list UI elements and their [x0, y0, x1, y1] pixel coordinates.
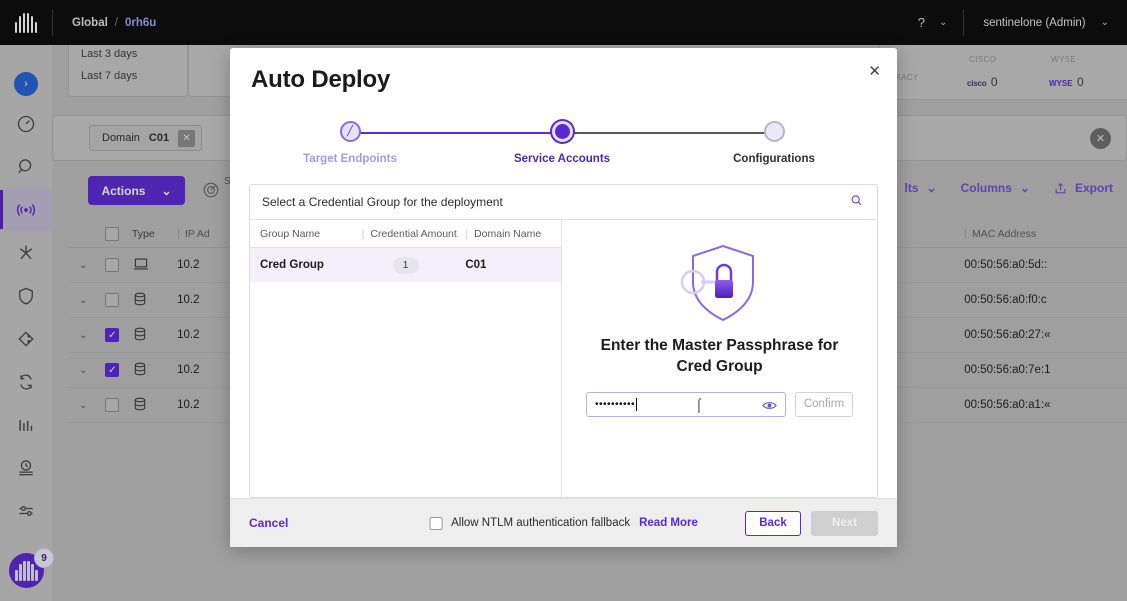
cred-table-header-row: Group Name |Credential Amount |Domain Na…	[250, 220, 561, 248]
eye-icon[interactable]	[762, 398, 777, 416]
app-root: Global / 0rh6u ? ⌄ sentinelone (Admin) ⌄…	[0, 0, 1127, 601]
ibeam-cursor-icon: ⌠	[695, 397, 703, 412]
cred-column-group-name: Group Name	[250, 228, 354, 240]
cred-column-credential-amount: |Credential Amount	[354, 228, 458, 240]
cred-table-row[interactable]: Cred Group 1 C01	[250, 248, 561, 282]
step-2-dot-icon	[552, 121, 573, 142]
cred-row-domain-name: C01	[457, 259, 561, 271]
passphrase-section: Enter the Master Passphrase for Cred Gro…	[562, 220, 877, 497]
passphrase-value: ••••••••••	[595, 399, 635, 410]
ntlm-fallback-option: Allow NTLM authentication fallback Read …	[429, 517, 698, 530]
footer-buttons: Back Next	[745, 511, 878, 536]
search-icon[interactable]	[850, 194, 863, 210]
credential-amount-badge: 1	[393, 257, 419, 274]
next-button[interactable]: Next	[811, 511, 878, 536]
passphrase-title: Enter the Master Passphrase for Cred Gro…	[585, 336, 855, 378]
close-icon[interactable]: ✕	[868, 62, 881, 80]
step-1-label: Target Endpoints	[275, 153, 425, 165]
confirm-button[interactable]: Confirm	[795, 392, 853, 417]
read-more-link[interactable]: Read More	[639, 517, 698, 529]
panel-header: Select a Credential Group for the deploy…	[250, 185, 877, 220]
step-configurations[interactable]: Configurations	[699, 118, 849, 165]
credential-groups-table: Group Name |Credential Amount |Domain Na…	[250, 220, 562, 497]
ntlm-label: Allow NTLM authentication fallback	[451, 517, 630, 529]
passphrase-input[interactable]: •••••••••• ⌠	[586, 392, 786, 417]
step-target-endpoints[interactable]: ╱ Target Endpoints	[275, 118, 425, 165]
back-button[interactable]: Back	[745, 511, 801, 536]
passphrase-title-line1: Enter the Master Passphrase for	[601, 337, 839, 354]
panel-body: Group Name |Credential Amount |Domain Na…	[250, 220, 877, 497]
panel-heading-label: Select a Credential Group for the deploy…	[262, 195, 503, 209]
modal-title: Auto Deploy	[230, 48, 897, 94]
step-3-label: Configurations	[699, 153, 849, 165]
step-1-dot-icon: ╱	[340, 121, 361, 142]
step-service-accounts[interactable]: Service Accounts	[487, 118, 637, 165]
passphrase-input-row: •••••••••• ⌠ Confirm	[586, 392, 853, 417]
cred-column-domain-name: |Domain Name	[457, 228, 561, 240]
step-3-dot-icon	[764, 121, 785, 142]
auto-deploy-modal: ✕ Auto Deploy ╱ Target Endpoints Service…	[230, 48, 897, 547]
shield-lock-icon	[661, 238, 779, 330]
modal-footer: Cancel Allow NTLM authentication fallbac…	[230, 498, 897, 547]
cancel-button[interactable]: Cancel	[249, 516, 288, 530]
text-caret	[636, 398, 637, 411]
ntlm-checkbox[interactable]	[429, 517, 442, 530]
cred-row-group-name: Cred Group	[250, 259, 354, 271]
cred-row-amount-cell: 1	[354, 257, 458, 274]
passphrase-title-line2: Cred Group	[676, 358, 762, 375]
credential-group-panel: Select a Credential Group for the deploy…	[249, 184, 878, 498]
wizard-stepper: ╱ Target Endpoints Service Accounts Conf…	[258, 118, 869, 174]
step-2-label: Service Accounts	[487, 153, 637, 165]
